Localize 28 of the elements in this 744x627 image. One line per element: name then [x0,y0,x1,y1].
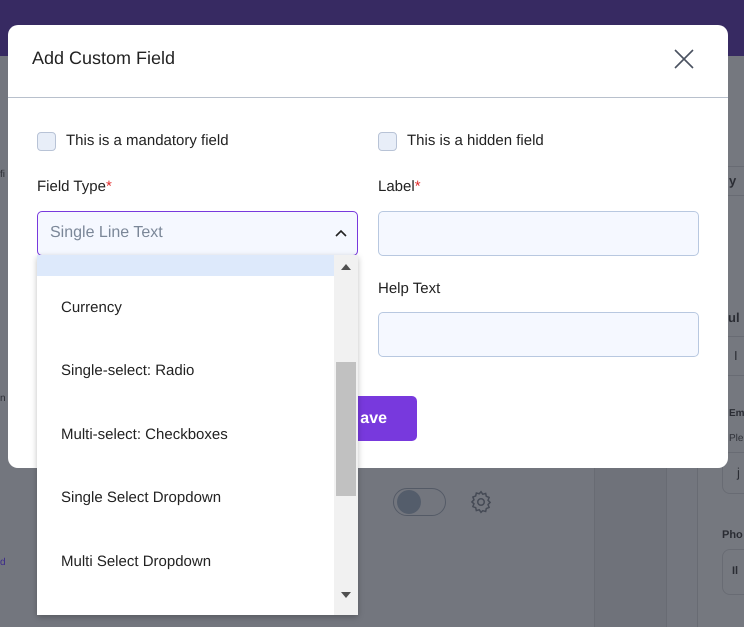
field-label: Em [729,406,744,420]
help-text-field[interactable] [378,312,699,357]
field-label: Pho [722,528,744,542]
phone-field[interactable]: Il [722,548,744,594]
field-label: ul [728,309,741,327]
close-button[interactable] [672,47,696,71]
close-icon [674,49,694,69]
scroll-down-icon[interactable] [341,592,351,598]
scrollbar[interactable] [334,255,358,615]
checkbox[interactable] [378,132,397,150]
dialog-title: Add Custom Field [32,46,176,70]
caret-icon [335,229,347,237]
scroll-up-icon[interactable] [341,264,351,270]
hint-text: Ple [729,432,744,446]
field-type-select[interactable]: Single Line Text [37,210,358,256]
checkbox-label: This is a mandatory field [66,130,229,151]
field-label: Label* [378,178,421,195]
checkbox-label: This is a hidden field [407,130,544,151]
checkbox[interactable] [37,132,56,150]
text-fragment: n [0,392,7,406]
field-label: Field Type* [37,178,112,195]
field-label: Help Text [378,278,442,298]
header-text: y [729,172,736,190]
label-field[interactable] [378,210,699,256]
toggle-switch[interactable] [393,488,446,516]
settings-icon[interactable] [468,489,494,515]
text-fragment: fi [0,168,6,182]
dropdown-option[interactable] [37,255,334,276]
